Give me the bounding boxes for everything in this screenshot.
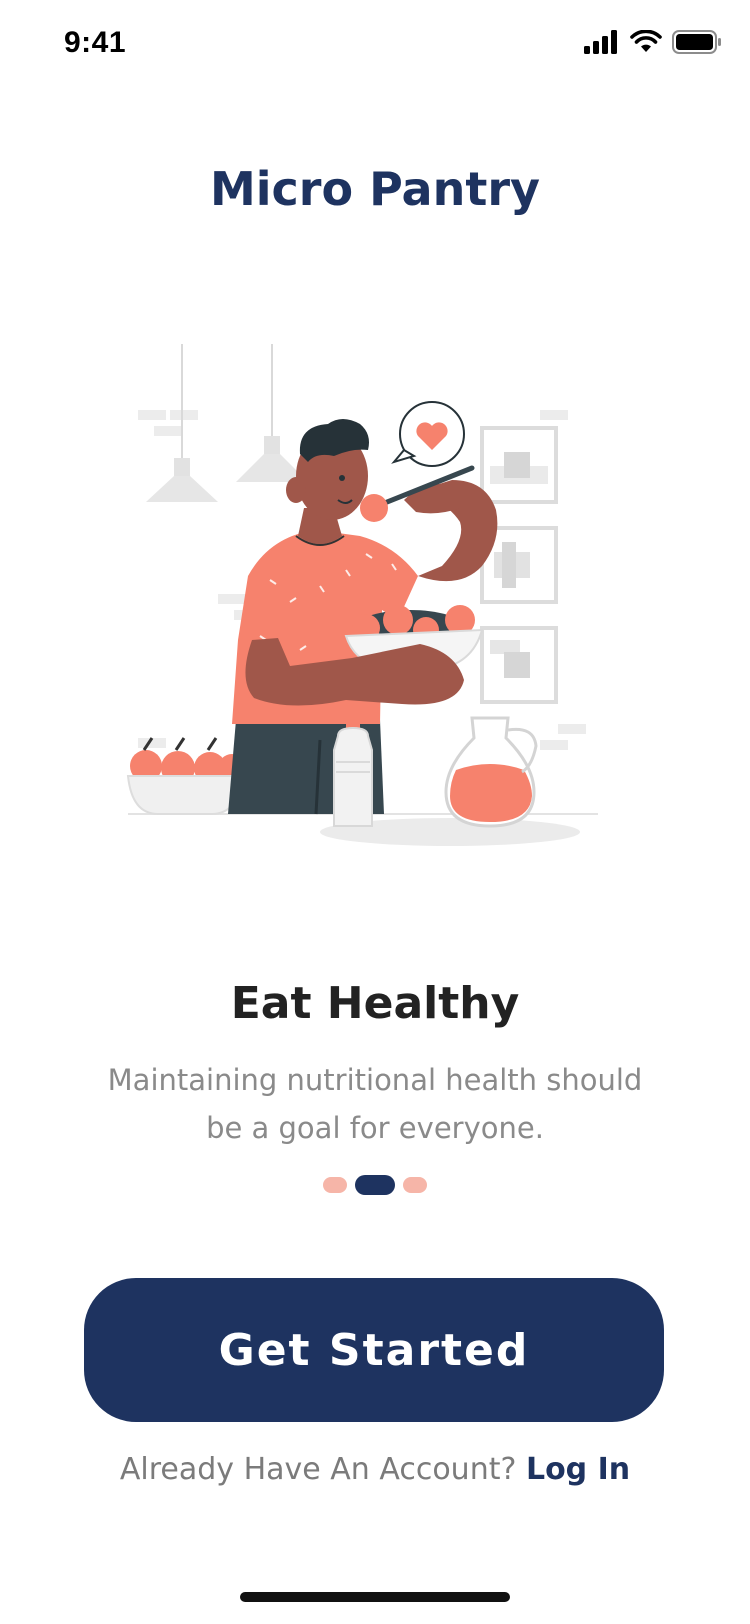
- apple-bowl-icon: [126, 737, 246, 815]
- status-icons: [584, 30, 722, 54]
- water-bottle-icon: [333, 722, 373, 827]
- page-dot-3[interactable]: [403, 1177, 427, 1193]
- page-dot-1[interactable]: [323, 1177, 347, 1193]
- page-indicator: [0, 1175, 750, 1195]
- healthy-eating-illustration: [126, 344, 598, 846]
- get-started-button[interactable]: Get Started: [84, 1278, 664, 1422]
- cellular-signal-icon: [584, 30, 617, 54]
- wifi-icon: [630, 30, 662, 52]
- onboarding-headline: Eat Healthy: [230, 978, 520, 1029]
- status-time: 9:41: [64, 26, 127, 59]
- heart-bubble-icon: [391, 401, 465, 467]
- onboarding-description: Maintaining nutritional health should be…: [107, 1063, 643, 1145]
- page-dot-2-active[interactable]: [355, 1175, 395, 1195]
- login-prompt: Already Have An Account? Log In: [0, 1452, 750, 1487]
- juice-carafe-icon: [444, 716, 538, 828]
- status-bar: 9:41: [0, 0, 750, 92]
- login-prompt-text: Already Have An Account?: [119, 1452, 517, 1487]
- pendant-lamp-icon: [146, 344, 218, 502]
- battery-icon: [672, 30, 721, 54]
- app-title: Micro Pantry: [209, 162, 541, 216]
- login-link[interactable]: Log In: [526, 1452, 630, 1487]
- home-indicator[interactable]: [240, 1592, 510, 1602]
